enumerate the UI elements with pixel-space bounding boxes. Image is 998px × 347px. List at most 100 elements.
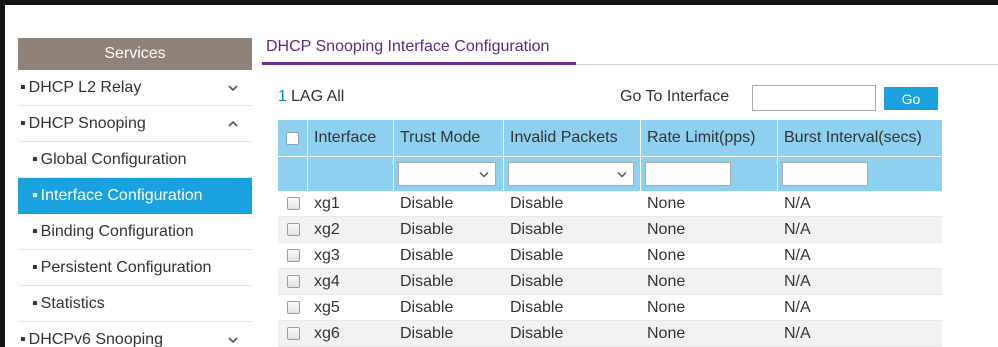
- row-checkbox-cell: [278, 321, 308, 346]
- cell-interface: xg3: [314, 246, 340, 264]
- cell-interface: xg2: [314, 220, 340, 238]
- table-header-row: Interface Trust Mode Invalid Packets Rat…: [278, 120, 942, 156]
- cell-invalid-packets: Disable: [510, 246, 564, 264]
- sidebar-item-label: Persistent Configuration: [40, 258, 212, 276]
- chevron-down-icon[interactable]: [226, 81, 240, 95]
- row-checkbox-cell: [278, 191, 308, 216]
- sidebar-item-label: Statistics: [40, 294, 105, 312]
- sidebar-item-dhcp-snooping[interactable]: ▪ DHCP Snooping: [18, 106, 252, 142]
- row-checkbox[interactable]: [286, 327, 300, 340]
- cell-trust-mode: Disable: [400, 246, 454, 264]
- cell-rate-limit: None: [647, 194, 686, 212]
- sidebar-item-binding-configuration[interactable]: ▪ Binding Configuration: [18, 214, 252, 250]
- row-checkbox[interactable]: [286, 223, 300, 236]
- bullet-icon: ▪: [32, 222, 38, 240]
- sidebar-item-label: DHCPv6 Snooping: [28, 330, 163, 347]
- column-header-invalid-packets[interactable]: Invalid Packets: [504, 120, 641, 156]
- sidebar-header-label: Services: [104, 45, 166, 62]
- table-edit-row: [278, 156, 942, 191]
- sidebar-item-label: Interface Configuration: [40, 186, 203, 204]
- go-button[interactable]: Go: [884, 87, 938, 110]
- sidebar-item-dhcp-l2-relay[interactable]: ▪ DHCP L2 Relay: [18, 70, 252, 106]
- filter-unit-link[interactable]: 1: [278, 88, 287, 106]
- sidebar-item-persistent-configuration[interactable]: ▪ Persistent Configuration: [18, 250, 252, 286]
- sidebar-item-statistics[interactable]: ▪ Statistics: [18, 286, 252, 322]
- bullet-icon: ▪: [32, 258, 38, 276]
- cell-invalid-packets: Disable: [510, 194, 564, 212]
- cell-trust-mode: Disable: [400, 298, 454, 316]
- column-header-burst-interval[interactable]: Burst Interval(secs): [778, 120, 942, 156]
- cell-invalid-packets: Disable: [510, 298, 564, 316]
- table-row[interactable]: xg6 Disable Disable None N/A: [278, 321, 942, 347]
- trust-mode-cell: [394, 157, 504, 191]
- sidebar-item-label: DHCP Snooping: [28, 114, 146, 132]
- edit-row-interface-spacer: [308, 157, 394, 191]
- cell-trust-mode: Disable: [400, 324, 454, 342]
- title-underline: [262, 62, 576, 65]
- cell-trust-mode: Disable: [400, 194, 454, 212]
- cell-burst-interval: N/A: [784, 298, 811, 316]
- sidebar-item-interface-configuration[interactable]: ▪ Interface Configuration: [18, 178, 252, 214]
- column-header-rate-limit[interactable]: Rate Limit(pps): [641, 120, 778, 156]
- goto-interface-input[interactable]: [752, 85, 876, 111]
- cell-rate-limit: None: [647, 246, 686, 264]
- invalid-packets-select[interactable]: [508, 162, 634, 186]
- sidebar: Services ▪ DHCP L2 Relay ▪ DHCP Snooping ▪…: [18, 38, 252, 347]
- cell-burst-interval: N/A: [784, 220, 811, 238]
- cell-invalid-packets: Disable: [510, 272, 564, 290]
- cell-interface: xg5: [314, 298, 340, 316]
- table-row[interactable]: xg1 Disable Disable None N/A: [278, 191, 942, 217]
- bullet-icon: ▪: [32, 294, 38, 312]
- cell-rate-limit: None: [647, 298, 686, 316]
- chevron-down-icon: [479, 171, 489, 178]
- burst-interval-input[interactable]: [782, 162, 868, 186]
- table-body: xg1 Disable Disable None N/A xg2 Disable…: [278, 191, 942, 347]
- select-all-cell: [278, 120, 308, 156]
- window-top-border: [0, 0, 998, 5]
- sidebar-item-label: DHCP L2 Relay: [28, 78, 142, 96]
- table-row[interactable]: xg4 Disable Disable None N/A: [278, 269, 942, 295]
- row-checkbox-cell: [278, 217, 308, 242]
- table-row[interactable]: xg5 Disable Disable None N/A: [278, 295, 942, 321]
- sidebar-item-label: Binding Configuration: [40, 222, 194, 240]
- cell-rate-limit: None: [647, 220, 686, 238]
- toolbar: 1 LAG All Go To Interface Go: [262, 85, 998, 111]
- cell-trust-mode: Disable: [400, 272, 454, 290]
- cell-trust-mode: Disable: [400, 220, 454, 238]
- filter-lag-all-link[interactable]: LAG All: [291, 88, 344, 106]
- rate-limit-input[interactable]: [645, 162, 731, 186]
- sidebar-item-label: Global Configuration: [40, 150, 187, 168]
- cell-interface: xg1: [314, 194, 340, 212]
- sidebar-item-dhcpv6-snooping[interactable]: ▪ DHCPv6 Snooping: [18, 322, 252, 347]
- bullet-icon: ▪: [20, 330, 26, 347]
- chevron-down-icon[interactable]: [226, 333, 240, 347]
- trust-mode-select[interactable]: [398, 162, 496, 186]
- page-title: DHCP Snooping Interface Configuration: [266, 38, 550, 55]
- row-checkbox[interactable]: [286, 301, 300, 314]
- invalid-packets-cell: [504, 157, 641, 191]
- cell-interface: xg4: [314, 272, 340, 290]
- row-checkbox[interactable]: [286, 275, 300, 288]
- main-content: DHCP Snooping Interface Configuration 1 …: [262, 38, 998, 347]
- row-checkbox[interactable]: [286, 197, 300, 210]
- table-row[interactable]: xg2 Disable Disable None N/A: [278, 217, 942, 243]
- row-checkbox-cell: [278, 295, 308, 320]
- cell-rate-limit: None: [647, 324, 686, 342]
- column-header-interface[interactable]: Interface: [308, 120, 394, 156]
- chevron-up-icon[interactable]: [226, 117, 240, 131]
- bullet-icon: ▪: [20, 114, 26, 132]
- chevron-down-icon: [617, 171, 627, 178]
- select-all-checkbox[interactable]: [286, 131, 299, 145]
- sidebar-item-global-configuration[interactable]: ▪ Global Configuration: [18, 142, 252, 178]
- column-header-trust-mode[interactable]: Trust Mode: [394, 120, 504, 156]
- page: Services ▪ DHCP L2 Relay ▪ DHCP Snooping ▪…: [0, 0, 998, 347]
- rate-limit-cell: [641, 157, 778, 191]
- bullet-icon: ▪: [20, 78, 26, 96]
- cell-burst-interval: N/A: [784, 272, 811, 290]
- bullet-icon: ▪: [32, 186, 38, 204]
- table-row[interactable]: xg3 Disable Disable None N/A: [278, 243, 942, 269]
- bullet-icon: ▪: [32, 150, 38, 168]
- cell-burst-interval: N/A: [784, 194, 811, 212]
- row-checkbox[interactable]: [286, 249, 300, 262]
- interface-table: Interface Trust Mode Invalid Packets Rat…: [278, 120, 942, 347]
